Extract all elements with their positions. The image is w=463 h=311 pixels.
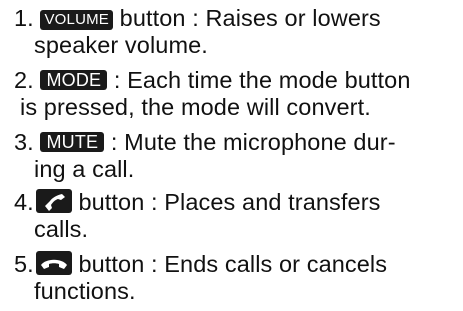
mute-button-badge: MUTE xyxy=(40,132,105,152)
call-handset-icon xyxy=(35,189,72,213)
volume-button-badge: VOLUME xyxy=(40,10,114,30)
list-item: 5. button : Ends calls or cancels functi… xyxy=(14,251,459,305)
item-number: 1. xyxy=(14,5,34,31)
list-item: 3. MUTE : Mute the microphone dur- ing a… xyxy=(14,129,459,183)
item-text-line2: functions. xyxy=(34,278,136,304)
item-number: 5. xyxy=(14,251,34,277)
mode-button-badge: MODE xyxy=(40,70,108,90)
manual-page: 1. VOLUME button : Raises or lowers spea… xyxy=(0,0,463,311)
item-text-line1: button : Ends calls or cancels xyxy=(71,251,388,277)
item-text-line2: calls. xyxy=(34,216,89,242)
list-item: 2. MODE : Each time the mode button is p… xyxy=(14,67,459,121)
item-text-line1: button : Places and transfers xyxy=(71,189,381,215)
item-number: 2. xyxy=(14,67,34,93)
item-text-line2: is pressed, the mode will convert. xyxy=(20,94,371,120)
item-text-line1: : Mute the microphone dur- xyxy=(104,129,396,155)
list-item: 4. button : Places and transfers calls. xyxy=(14,189,459,243)
item-text-line1: : Each time the mode button xyxy=(107,67,411,93)
item-number: 4. xyxy=(14,189,34,215)
item-text-line2: ing a call. xyxy=(34,156,135,182)
list-item: 1. VOLUME button : Raises or lowers spea… xyxy=(14,5,459,59)
item-number: 3. xyxy=(14,129,34,155)
item-text-line2: speaker volume. xyxy=(34,32,208,58)
item-text-line1: button : Raises or lowers xyxy=(113,5,381,31)
end-call-handset-icon xyxy=(35,251,72,275)
